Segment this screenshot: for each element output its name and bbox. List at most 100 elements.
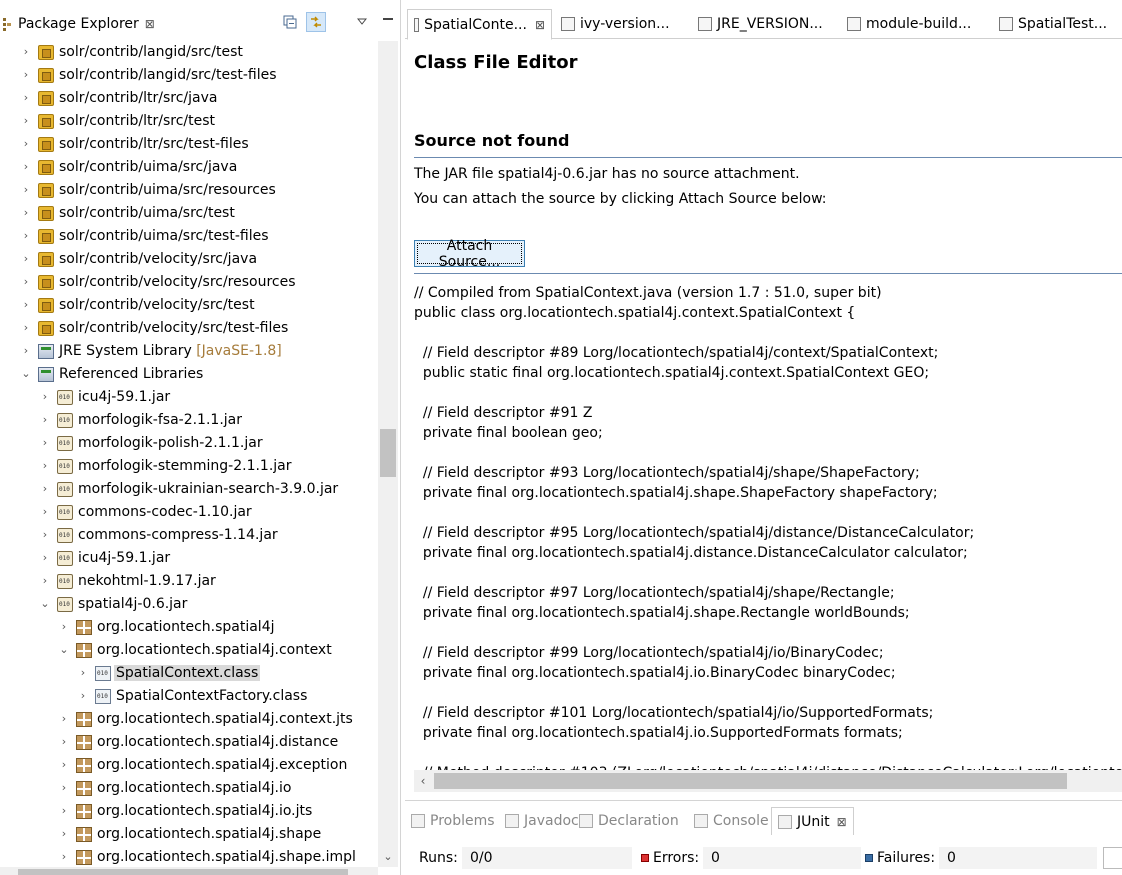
tree-item[interactable]: › JRE System Library [JavaSE-1.8]	[0, 340, 378, 363]
tree-item[interactable]: › morfologik-stemming-2.1.1.jar	[0, 455, 378, 478]
close-icon[interactable]: ⊠	[837, 815, 847, 829]
chevron-right-icon[interactable]: ›	[58, 826, 70, 842]
tree-item[interactable]: › org.locationtech.spatial4j.context.jts	[0, 708, 378, 731]
view-menu-icon[interactable]	[352, 12, 372, 32]
chevron-down-icon[interactable]: ⌄	[39, 596, 51, 612]
tree-item[interactable]: › commons-codec-1.10.jar	[0, 501, 378, 524]
tree-item[interactable]: ⌄ spatial4j-0.6.jar	[0, 593, 378, 616]
collapse-all-icon[interactable]	[280, 12, 300, 32]
close-icon[interactable]: ⊠	[145, 17, 155, 31]
tree-item[interactable]: › solr/contrib/uima/src/java	[0, 156, 378, 179]
chevron-right-icon[interactable]: ›	[39, 389, 51, 405]
tree-item[interactable]: › solr/contrib/uima/src/test	[0, 202, 378, 225]
chevron-right-icon[interactable]: ›	[77, 688, 89, 704]
bottom-tab[interactable]: Problems	[411, 808, 495, 834]
chevron-right-icon[interactable]: ›	[20, 274, 32, 290]
chevron-right-icon[interactable]: ›	[58, 803, 70, 819]
tree-item[interactable]: ⌄ org.locationtech.spatial4j.context	[0, 639, 378, 662]
tree-item[interactable]: › solr/contrib/uima/src/test-files	[0, 225, 378, 248]
tree-item[interactable]: › org.locationtech.spatial4j.distance	[0, 731, 378, 754]
tree-item[interactable]: › solr/contrib/velocity/src/java	[0, 248, 378, 271]
chevron-right-icon[interactable]: ›	[58, 780, 70, 796]
chevron-right-icon[interactable]: ›	[20, 343, 32, 359]
tree-item[interactable]: › solr/contrib/langid/src/test-files	[0, 64, 378, 87]
tree-item[interactable]: › org.locationtech.spatial4j.shape	[0, 823, 378, 846]
chevron-right-icon[interactable]: ›	[58, 734, 70, 750]
bottom-tab[interactable]: Declaration	[579, 808, 679, 834]
chevron-right-icon[interactable]: ›	[58, 619, 70, 635]
tree-item[interactable]: › icu4j-59.1.jar	[0, 386, 378, 409]
package-explorer-tab[interactable]: Package Explorer ⊠	[0, 8, 160, 39]
tree-item[interactable]: › org.locationtech.spatial4j.io	[0, 777, 378, 800]
tree-item[interactable]: › org.locationtech.spatial4j.shape.impl	[0, 846, 378, 867]
chevron-right-icon[interactable]: ›	[20, 90, 32, 106]
link-with-editor-icon[interactable]	[306, 12, 326, 32]
bottom-tab[interactable]: Javadoc	[505, 808, 579, 834]
package-explorer-vertical-scrollbar[interactable]: ⌄	[378, 41, 398, 867]
chevron-right-icon[interactable]: ›	[39, 481, 51, 497]
editor-horizontal-scrollbar[interactable]: ‹	[414, 770, 1122, 792]
chevron-right-icon[interactable]: ›	[39, 435, 51, 451]
close-icon[interactable]: ⊠	[535, 18, 545, 32]
bottom-tab[interactable]: JUnit ⊠	[771, 807, 854, 835]
chevron-right-icon[interactable]: ›	[20, 136, 32, 152]
chevron-right-icon[interactable]: ›	[20, 67, 32, 83]
editor-tab[interactable]: ivy-version...	[555, 10, 687, 38]
chevron-right-icon[interactable]: ›	[58, 711, 70, 727]
chevron-right-icon[interactable]: ›	[20, 182, 32, 198]
tree-item[interactable]: › org.locationtech.spatial4j.exception	[0, 754, 378, 777]
tree-item[interactable]: › SpatialContextFactory.class	[0, 685, 378, 708]
chevron-right-icon[interactable]: ›	[77, 665, 89, 681]
editor-tab[interactable]: JRE_VERSION...	[692, 10, 837, 38]
scrollbar-thumb[interactable]	[380, 429, 396, 477]
tree-item[interactable]: › morfologik-fsa-2.1.1.jar	[0, 409, 378, 432]
chevron-right-icon[interactable]: ›	[39, 550, 51, 566]
chevron-right-icon[interactable]: ›	[20, 113, 32, 129]
chevron-right-icon[interactable]: ›	[20, 228, 32, 244]
chevron-right-icon[interactable]: ›	[20, 205, 32, 221]
chevron-right-icon[interactable]: ›	[39, 412, 51, 428]
tree-item[interactable]: ⌄ Referenced Libraries	[0, 363, 378, 386]
chevron-right-icon[interactable]: ›	[39, 504, 51, 520]
chevron-right-icon[interactable]: ›	[20, 297, 32, 313]
chevron-right-icon[interactable]: ›	[20, 44, 32, 60]
tree-item[interactable]: › org.locationtech.spatial4j.io.jts	[0, 800, 378, 823]
disassembled-code[interactable]: // Compiled from SpatialContext.java (ve…	[414, 283, 1122, 770]
tree-item[interactable]: › solr/contrib/ltr/src/java	[0, 87, 378, 110]
tree-item[interactable]: › org.locationtech.spatial4j	[0, 616, 378, 639]
chevron-down-icon[interactable]: ⌄	[58, 642, 70, 658]
tree-item[interactable]: › nekohtml-1.9.17.jar	[0, 570, 378, 593]
scroll-left-icon[interactable]: ‹	[414, 770, 432, 792]
package-explorer-horizontal-scrollbar[interactable]	[0, 867, 378, 875]
tree-item[interactable]: › solr/contrib/langid/src/test	[0, 41, 378, 64]
tree-item[interactable]: › commons-compress-1.14.jar	[0, 524, 378, 547]
tree-item[interactable]: › solr/contrib/ltr/src/test	[0, 110, 378, 133]
chevron-right-icon[interactable]: ›	[58, 757, 70, 773]
chevron-right-icon[interactable]: ›	[20, 251, 32, 267]
tree-item[interactable]: › icu4j-59.1.jar	[0, 547, 378, 570]
chevron-right-icon[interactable]: ›	[20, 320, 32, 336]
editor-tab[interactable]: module-build...	[841, 10, 989, 38]
tree-item[interactable]: › solr/contrib/velocity/src/test-files	[0, 317, 378, 340]
chevron-right-icon[interactable]: ›	[39, 527, 51, 543]
editor-tab[interactable]: SpatialTest...	[993, 10, 1122, 38]
scrollbar-thumb[interactable]	[18, 869, 348, 875]
scrollbar-thumb[interactable]	[434, 773, 1067, 789]
tree-item[interactable]: › solr/contrib/ltr/src/test-files	[0, 133, 378, 156]
chevron-right-icon[interactable]: ›	[58, 849, 70, 865]
tree-item[interactable]: › morfologik-polish-2.1.1.jar	[0, 432, 378, 455]
chevron-right-icon[interactable]: ›	[39, 458, 51, 474]
editor-tab[interactable]: SpatialConte... ⊠	[407, 9, 552, 40]
tree-item[interactable]: › solr/contrib/uima/src/resources	[0, 179, 378, 202]
bottom-tab[interactable]: Console	[694, 808, 769, 834]
chevron-right-icon[interactable]: ›	[39, 573, 51, 589]
chevron-down-icon[interactable]: ⌄	[20, 366, 32, 382]
tree-item[interactable]: › morfologik-ukrainian-search-3.9.0.jar	[0, 478, 378, 501]
tree-item[interactable]: › solr/contrib/velocity/src/resources	[0, 271, 378, 294]
tree-item[interactable]: › solr/contrib/velocity/src/test	[0, 294, 378, 317]
attach-source-button[interactable]: Attach Source...	[414, 238, 525, 270]
tree-item[interactable]: › SpatialContext.class	[0, 662, 378, 685]
chevron-right-icon[interactable]: ›	[20, 159, 32, 175]
scroll-down-icon[interactable]: ⌄	[378, 847, 398, 867]
minimize-icon[interactable]	[378, 12, 398, 32]
